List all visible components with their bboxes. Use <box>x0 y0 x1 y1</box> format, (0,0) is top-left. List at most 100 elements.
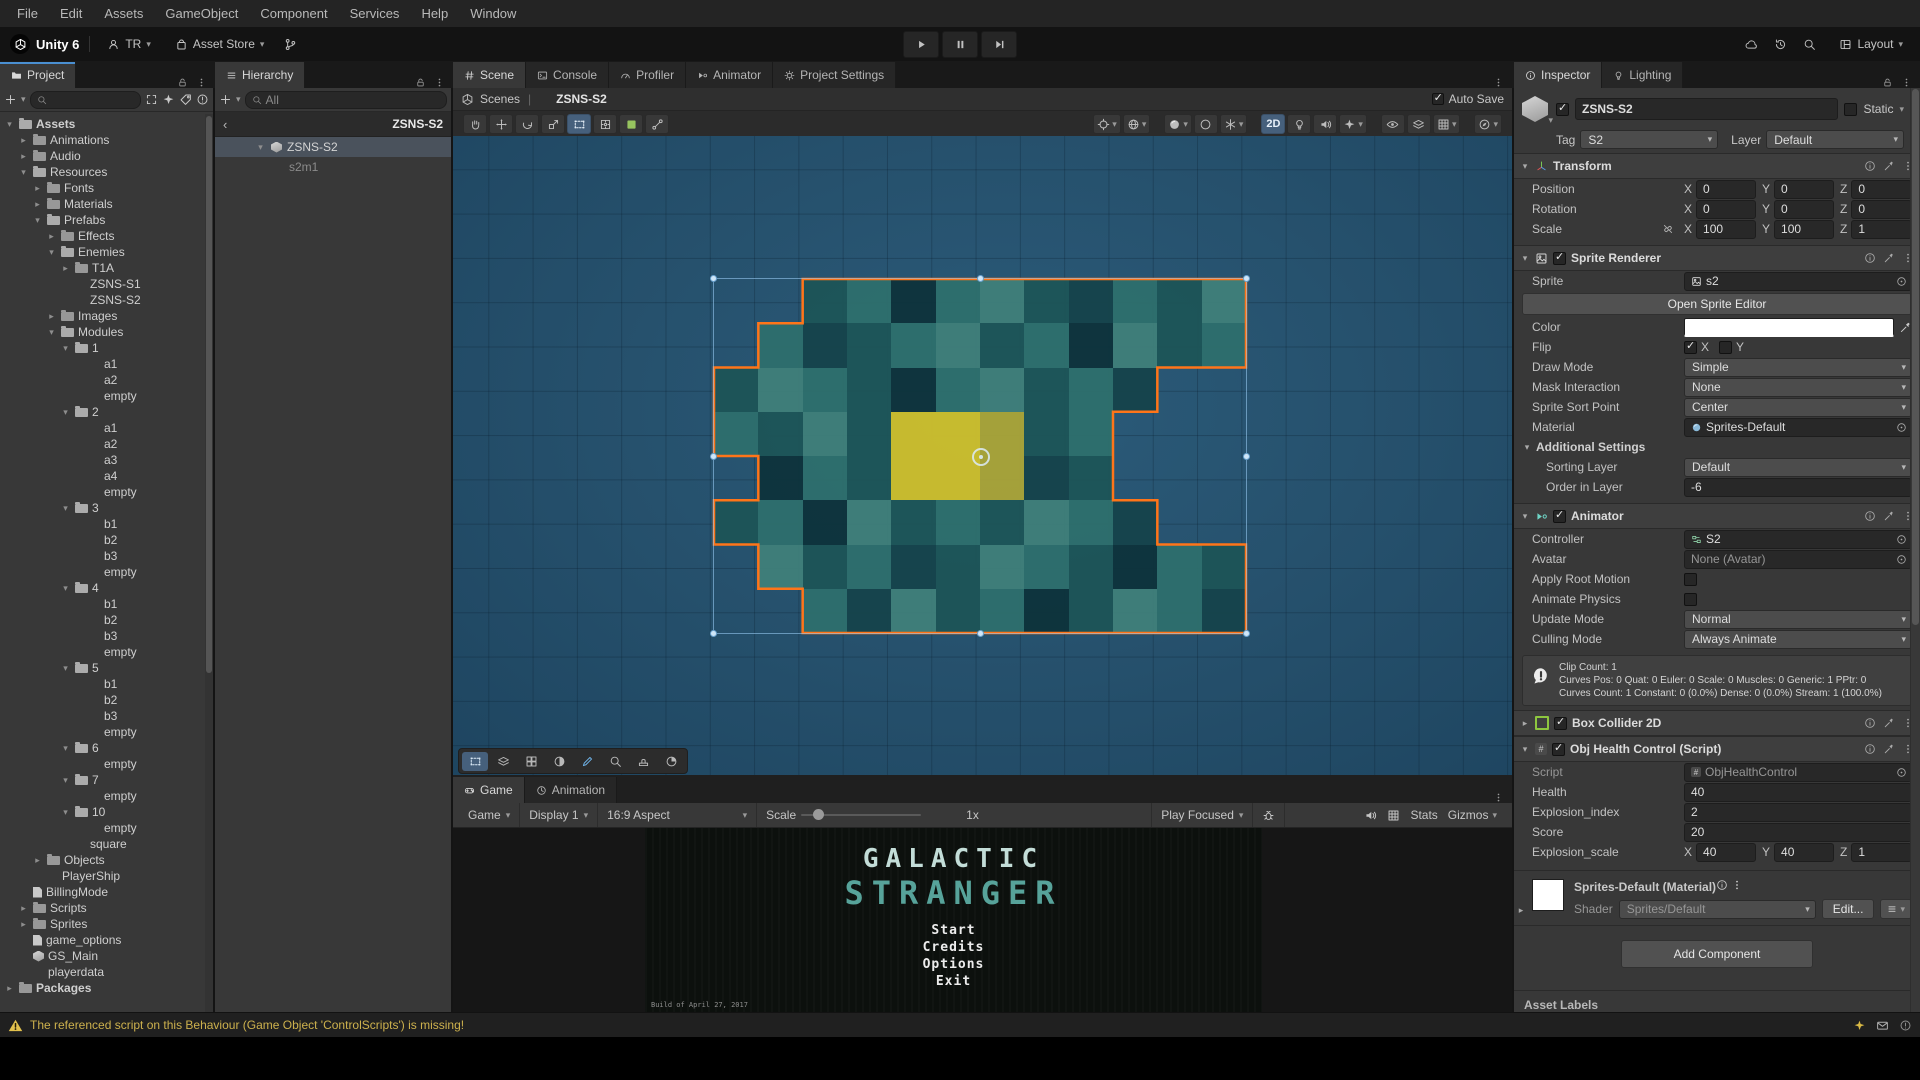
project-tree-item-1[interactable]: ▾1 <box>0 340 205 356</box>
help-icon[interactable] <box>1716 879 1728 891</box>
material-list-button[interactable]: ▾ <box>1880 899 1912 919</box>
avatar-object-field[interactable]: None (Avatar) <box>1684 550 1912 569</box>
culling-mode-dropdown[interactable]: Always Animate <box>1684 630 1912 649</box>
project-tree-item-empty[interactable]: empty <box>0 484 205 500</box>
position-z-field[interactable]: 0 <box>1851 180 1912 199</box>
expander-icon[interactable]: ▾ <box>32 215 43 226</box>
active-checkbox[interactable] <box>1556 103 1569 116</box>
expander-icon[interactable]: ▾ <box>60 775 71 786</box>
resize-handle[interactable] <box>977 275 984 282</box>
notification-star-icon[interactable] <box>1853 1019 1866 1032</box>
asset-labels-section[interactable]: Asset Labels <box>1514 990 1920 1012</box>
scene-viewport[interactable] <box>453 136 1512 775</box>
label-icon[interactable] <box>179 93 192 106</box>
project-tree-item-resources[interactable]: ▾Resources <box>0 164 205 180</box>
project-tree-item-enemies[interactable]: ▾Enemies <box>0 244 205 260</box>
project-tree-item-empty[interactable]: empty <box>0 564 205 580</box>
project-tree-item-a2[interactable]: a2 <box>0 372 205 388</box>
mail-icon[interactable] <box>1876 1019 1889 1032</box>
menu-file[interactable]: File <box>6 6 49 21</box>
help-icon[interactable] <box>1864 252 1876 264</box>
project-tree-item-a4[interactable]: a4 <box>0 468 205 484</box>
resize-handle[interactable] <box>1243 275 1250 282</box>
score-field[interactable]: 20 <box>1684 823 1912 842</box>
resize-handle[interactable] <box>977 630 984 637</box>
overlay-tile-tool[interactable] <box>518 752 544 771</box>
transform-tool[interactable] <box>593 114 617 134</box>
project-tree-item-audio[interactable]: ▸Audio <box>0 148 205 164</box>
favorites-icon[interactable] <box>162 93 175 106</box>
scale-slider[interactable] <box>801 814 921 816</box>
expander-icon[interactable]: ▾ <box>46 327 57 338</box>
expander-icon[interactable]: ▸ <box>32 183 43 194</box>
kebab-menu-icon[interactable] <box>434 77 445 88</box>
project-tree-item-playerdata[interactable]: playerdata <box>0 964 205 980</box>
project-tree-item-images[interactable]: ▸Images <box>0 308 205 324</box>
project-tree-item-10[interactable]: ▾10 <box>0 804 205 820</box>
game-mode-dropdown[interactable]: Game▾ <box>459 803 520 827</box>
explosion-scale-y-field[interactable]: 40 <box>1774 843 1834 862</box>
sorting-layer-dropdown[interactable]: Default <box>1684 458 1912 477</box>
expander-icon[interactable]: ▸ <box>18 903 29 914</box>
breadcrumb-current[interactable]: ZSNS-S2 <box>556 92 607 106</box>
expander-icon[interactable]: ▸ <box>46 231 57 242</box>
asset-store-dropdown[interactable]: Asset Store▾ <box>168 34 272 54</box>
expander-icon[interactable]: ▾ <box>60 407 71 418</box>
scene-fx-toggle[interactable]: ▾ <box>1339 114 1367 134</box>
project-tree-item-3[interactable]: ▾3 <box>0 500 205 516</box>
menu-edit[interactable]: Edit <box>49 6 93 21</box>
position-y-field[interactable]: 0 <box>1774 180 1834 199</box>
object-picker-icon[interactable] <box>1896 422 1907 433</box>
project-tree-item-6[interactable]: ▾6 <box>0 740 205 756</box>
search-icon[interactable] <box>1803 38 1816 51</box>
sprite-renderer-header[interactable]: ▾ Sprite Renderer <box>1514 245 1920 271</box>
expander-icon[interactable]: ▾ <box>60 503 71 514</box>
inspector-scrollbar[interactable] <box>1910 88 1920 1012</box>
move-tool[interactable] <box>489 114 513 134</box>
auto-save-toggle[interactable]: Auto Save <box>1432 92 1504 106</box>
project-tree-item-billingmode[interactable]: BillingMode <box>0 884 205 900</box>
overlay-rect-tool[interactable] <box>462 752 488 771</box>
project-tree-item-empty[interactable]: empty <box>0 724 205 740</box>
gameobject-icon[interactable]: ▾ <box>1520 94 1550 124</box>
project-tree-item-5[interactable]: ▾5 <box>0 660 205 676</box>
project-tree-item-prefabs[interactable]: ▾Prefabs <box>0 212 205 228</box>
explosion-scale-x-field[interactable]: 40 <box>1696 843 1756 862</box>
scale-y-field[interactable]: 100 <box>1774 220 1834 239</box>
mask-interaction-dropdown[interactable]: None <box>1684 378 1912 397</box>
menu-window[interactable]: Window <box>459 6 527 21</box>
tab-scene[interactable]: Scene <box>453 62 526 88</box>
tab-project-settings[interactable]: Project Settings <box>773 62 896 88</box>
rect-tool[interactable] <box>567 114 591 134</box>
project-tree-item-4[interactable]: ▾4 <box>0 580 205 596</box>
project-tree-item-square[interactable]: square <box>0 836 205 852</box>
health-script-header[interactable]: ▾ Obj Health Control (Script) <box>1514 736 1920 762</box>
project-tree-item-empty[interactable]: empty <box>0 388 205 404</box>
project-tree-item-materials[interactable]: ▸Materials <box>0 196 205 212</box>
camera-overlay-button[interactable]: ▾ <box>1474 114 1502 134</box>
presets-icon[interactable] <box>1883 160 1895 172</box>
expander-icon[interactable]: ▸ <box>4 983 15 994</box>
project-tree-item-assets[interactable]: ▾Assets <box>0 116 205 132</box>
project-tree-item-b3[interactable]: b3 <box>0 548 205 564</box>
expander-icon[interactable]: ▾ <box>60 743 71 754</box>
link-scale-icon[interactable] <box>1662 223 1674 235</box>
layout-dropdown[interactable]: Layout▾ <box>1832 34 1910 54</box>
expander-icon[interactable]: ▸ <box>18 135 29 146</box>
game-menu-item-exit[interactable]: Exit <box>645 973 1262 990</box>
project-tree-item-empty[interactable]: empty <box>0 788 205 804</box>
gameobject-name-field[interactable]: ZSNS-S2 <box>1575 98 1838 120</box>
help-icon[interactable] <box>1864 160 1876 172</box>
help-icon[interactable] <box>1864 743 1876 755</box>
tab-inspector[interactable]: Inspector <box>1514 62 1602 88</box>
project-tree-item-game-options[interactable]: game_options <box>0 932 205 948</box>
sprite-edit-tool[interactable] <box>619 114 643 134</box>
aspect-dropdown[interactable]: 16:9 Aspect▾ <box>598 803 757 827</box>
transform-header[interactable]: ▾ Transform <box>1514 153 1920 179</box>
project-tree-item-b1[interactable]: b1 <box>0 596 205 612</box>
overlay-layers-tool[interactable] <box>490 752 516 771</box>
lock-icon[interactable] <box>1882 77 1893 88</box>
play-focused-dropdown[interactable]: Play Focused▾ <box>1151 803 1253 827</box>
selected-sprite[interactable] <box>714 279 1246 633</box>
project-tree-item-empty[interactable]: empty <box>0 644 205 660</box>
